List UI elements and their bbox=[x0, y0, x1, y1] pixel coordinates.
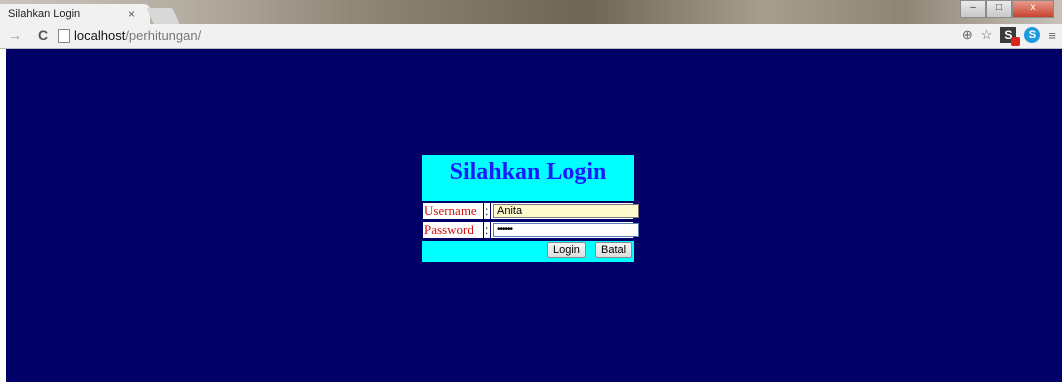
zoom-icon[interactable]: ⊕ bbox=[962, 27, 973, 43]
password-row: Password : •••••• bbox=[422, 221, 639, 239]
username-colon: : bbox=[485, 204, 489, 218]
page-icon bbox=[58, 29, 70, 43]
password-input[interactable]: •••••• bbox=[493, 223, 639, 237]
browser-toolbar: → C localhost/perhitungan/ ⊕ ☆ S S ≡ bbox=[0, 24, 1062, 49]
login-header: Silahkan Login bbox=[422, 155, 634, 201]
password-label: Password bbox=[424, 222, 474, 237]
browser-tab[interactable]: Silahkan Login × bbox=[0, 4, 150, 24]
tab-title: Silahkan Login bbox=[8, 8, 81, 20]
buttons-bar: Login Batal bbox=[422, 241, 634, 263]
maximize-button[interactable]: □ bbox=[986, 0, 1012, 18]
tab-close-icon[interactable]: × bbox=[128, 7, 135, 21]
extension-s-icon[interactable]: S bbox=[1000, 27, 1021, 46]
reload-icon[interactable]: C bbox=[38, 27, 48, 43]
login-button[interactable]: Login bbox=[547, 242, 586, 258]
cell-divider bbox=[483, 203, 484, 219]
extension-badge-icon bbox=[1011, 37, 1021, 46]
cell-divider bbox=[490, 222, 491, 238]
browser-titlebar: Silahkan Login × – □ x bbox=[0, 0, 1062, 24]
new-tab-button[interactable] bbox=[146, 8, 180, 24]
username-input[interactable]: Anita bbox=[493, 204, 639, 218]
url-host: localhost bbox=[74, 28, 126, 43]
username-row: Username : Anita bbox=[422, 202, 639, 220]
url-path: /perhitungan/ bbox=[125, 28, 202, 43]
menu-icon[interactable]: ≡ bbox=[1048, 28, 1056, 43]
window-controls: – □ x bbox=[960, 0, 1054, 18]
star-icon[interactable]: ☆ bbox=[981, 27, 993, 43]
toolbar-right-icons: ⊕ ☆ S S ≡ bbox=[962, 27, 1056, 46]
page-content: Silahkan Login Username : Anita Password… bbox=[6, 49, 1062, 382]
username-label: Username bbox=[424, 203, 477, 218]
login-form: Silahkan Login Username : Anita Password… bbox=[422, 155, 639, 263]
close-window-button[interactable]: x bbox=[1012, 0, 1054, 18]
cell-divider bbox=[490, 203, 491, 219]
password-colon: : bbox=[485, 223, 489, 237]
cancel-button[interactable]: Batal bbox=[595, 242, 633, 258]
minimize-button[interactable]: – bbox=[960, 0, 986, 18]
skype-icon[interactable]: S bbox=[1024, 27, 1041, 43]
address-bar[interactable]: localhost/perhitungan/ bbox=[74, 28, 201, 43]
cell-divider bbox=[483, 222, 484, 238]
forward-icon[interactable]: → bbox=[8, 27, 22, 43]
login-title: Silahkan Login bbox=[449, 159, 607, 185]
